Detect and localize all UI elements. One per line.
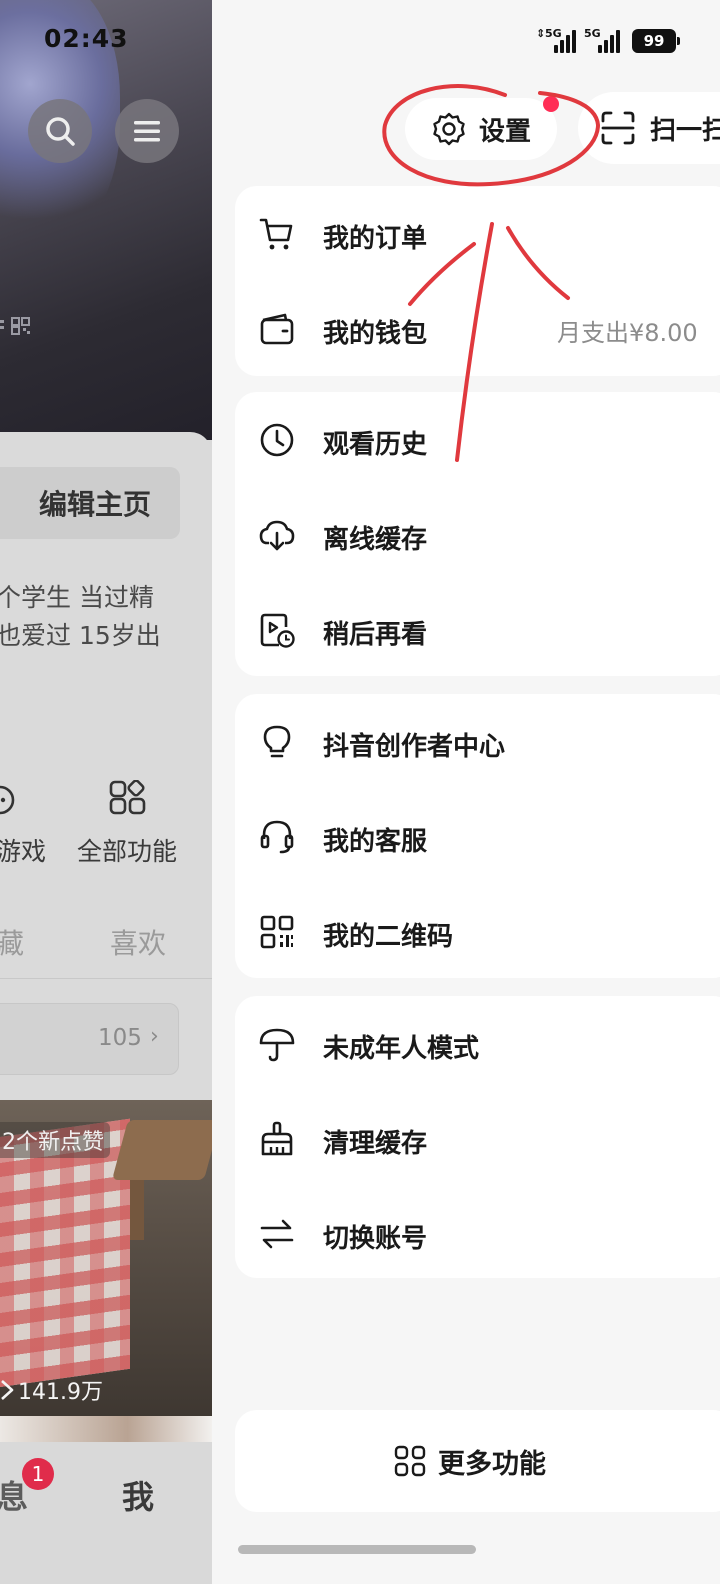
broom-icon: [261, 1121, 293, 1156]
battery-icon: 99: [632, 29, 680, 53]
message-badge: 1: [22, 1458, 54, 1490]
settings-button[interactable]: 设置: [405, 98, 557, 160]
menu-item-label: 我的订单: [323, 224, 428, 254]
menu-item-watch-later[interactable]: 稍后再看: [235, 582, 720, 678]
play-icon: [1, 1380, 14, 1400]
next-thumbnail-strip[interactable]: [0, 1416, 212, 1442]
card-orders-wallet: 我的订单 我的钱包 月支出¥8.00: [235, 186, 720, 376]
shortcut-game-label[interactable]: 游戏: [0, 832, 46, 868]
edit-profile-button[interactable]: 编辑主页: [0, 467, 180, 539]
switch-arrows-icon: [260, 1219, 294, 1249]
scan-button[interactable]: 扫一扫: [578, 92, 720, 164]
bio-text-line-2: 也爱过 15岁出: [0, 621, 161, 650]
settings-label: 设置: [478, 116, 531, 147]
menu-item-clear-cache[interactable]: 清理缓存: [235, 1091, 720, 1187]
status-time: 02:43: [44, 24, 129, 53]
gear-icon: [433, 112, 465, 146]
all-functions-icon[interactable]: [109, 780, 147, 818]
menu-item-wallet[interactable]: 我的钱包 月支出¥8.00: [235, 281, 720, 377]
thumbnail-stool: [111, 1120, 212, 1180]
clock-icon: [260, 423, 294, 457]
lightbulb-icon: [263, 725, 291, 758]
card-creator: 抖音创作者中心 我的客服 我的二维码: [235, 694, 720, 978]
menu-item-teen-mode[interactable]: 未成年人模式: [235, 996, 720, 1092]
tab-like[interactable]: 喜欢: [110, 922, 166, 962]
grid-icon: [394, 1445, 426, 1477]
menu-item-label: 观看历史: [323, 430, 428, 460]
headset-icon: [260, 820, 294, 854]
views-count: 141.9万: [18, 1380, 103, 1405]
search-icon: [46, 117, 75, 146]
menu-item-label: 离线缓存: [323, 525, 428, 555]
menu-item-label: 未成年人模式: [323, 1034, 480, 1064]
more-functions-button[interactable]: 更多功能: [235, 1410, 720, 1512]
more-functions-label: 更多功能: [438, 1448, 546, 1480]
shortcut-all-functions-label[interactable]: 全部功能: [77, 832, 177, 868]
signal-2-icon: 5G: [584, 27, 624, 55]
profile-page-background[interactable]: 02:43 编辑主页 个学生 当过精 也爱过 15岁出 游戏 全部功能 藏 喜欢…: [0, 0, 212, 1584]
menu-item-creator-center[interactable]: 抖音创作者中心: [235, 694, 720, 790]
menu-item-customer-service[interactable]: 我的客服: [235, 789, 720, 885]
signal-1-icon: ⇕ 5G: [536, 27, 576, 55]
menu-button[interactable]: [115, 99, 179, 163]
tab-divider: [0, 978, 212, 979]
home-indicator[interactable]: [238, 1545, 476, 1554]
menu-item-label: 我的钱包: [323, 319, 428, 349]
menu-item-label: 稍后再看: [323, 620, 428, 650]
wallet-icon: [260, 313, 294, 345]
card-history: 观看历史 离线缓存 稍后再看: [235, 392, 720, 676]
qr-code-icon: [260, 915, 294, 949]
menu-item-offline-cache[interactable]: 离线缓存: [235, 487, 720, 583]
menu-item-label: 抖音创作者中心: [323, 732, 506, 762]
cloud-download-icon: [259, 520, 295, 551]
cart-icon: [259, 218, 293, 250]
menu-item-qr-code[interactable]: 我的二维码: [235, 884, 720, 980]
nav-me[interactable]: 我: [122, 1472, 154, 1518]
menu-item-label: 我的客服: [323, 827, 428, 857]
tab-collect[interactable]: 藏: [0, 922, 24, 962]
search-button[interactable]: [28, 99, 92, 163]
collection-count: 105: [98, 1025, 142, 1051]
thumbnail-stool-leg: [130, 1180, 144, 1240]
hamburger-icon: [134, 121, 160, 142]
menu-item-label: 清理缓存: [323, 1129, 428, 1159]
status-icons: ⇕ 5G 5G 99: [536, 26, 680, 56]
screen: 02:43 编辑主页 个学生 当过精 也爱过 15岁出 游戏 全部功能 藏 喜欢…: [0, 0, 720, 1584]
scan-label: 扫一扫: [650, 115, 720, 146]
bio-text-line-1: 个学生 当过精: [0, 583, 154, 612]
chevron-right-icon: ›: [150, 1024, 159, 1049]
settings-notification-dot: [543, 96, 559, 112]
menu-item-label: 我的二维码: [323, 922, 454, 952]
menu-item-orders[interactable]: 我的订单: [235, 186, 720, 282]
wallet-monthly-spend: 月支出¥8.00: [557, 319, 698, 347]
watch-later-icon: [260, 613, 295, 648]
game-icon: [0, 785, 15, 815]
umbrella-icon: [259, 1028, 295, 1062]
views-row: 141.9万: [0, 1374, 103, 1406]
scan-icon: [601, 111, 635, 145]
new-likes-badge: 2个新点赞: [0, 1122, 110, 1158]
menu-item-watch-history[interactable]: 观看历史: [235, 392, 720, 488]
thumbnail-tablecloth-overlay: [0, 1118, 130, 1392]
card-system: 未成年人模式 清理缓存 切换账号: [235, 996, 720, 1278]
menu-item-switch-account[interactable]: 切换账号: [235, 1186, 720, 1282]
menu-item-label: 切换账号: [323, 1224, 428, 1254]
qr-mini-icon: [0, 317, 30, 335]
